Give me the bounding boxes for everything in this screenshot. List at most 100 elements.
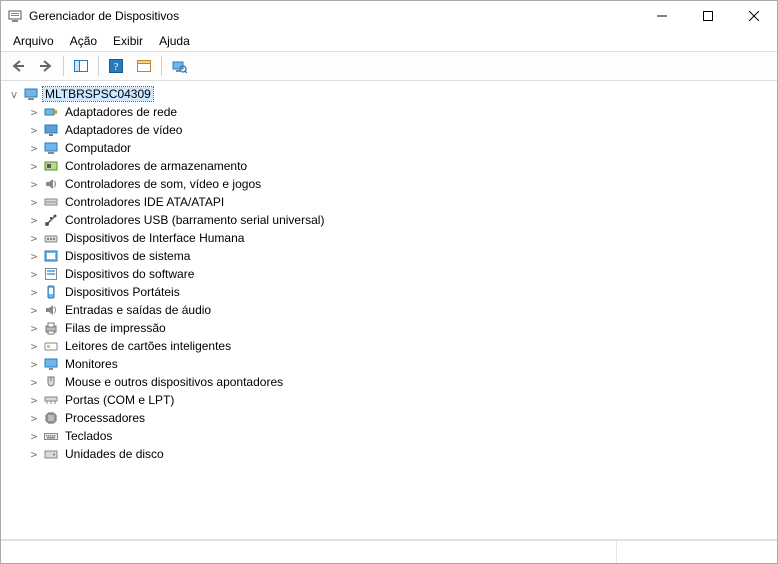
minimize-button[interactable] xyxy=(639,1,685,31)
tree-node-label: Controladores USB (barramento serial uni… xyxy=(63,213,326,227)
menu-view[interactable]: Exibir xyxy=(105,32,151,50)
tree-node[interactable]: >Controladores IDE ATA/ATAPI xyxy=(27,193,777,211)
tree-node-label: Adaptadores de rede xyxy=(63,105,179,119)
expand-toggle-icon[interactable]: > xyxy=(27,105,41,119)
toolbar: ? xyxy=(1,51,777,81)
toolbar-back-button[interactable] xyxy=(5,53,31,79)
system-device-icon xyxy=(43,248,59,264)
menu-file[interactable]: Arquivo xyxy=(5,32,62,50)
tree-node-label: Mouse e outros dispositivos apontadores xyxy=(63,375,285,389)
expand-toggle-icon[interactable]: > xyxy=(27,213,41,227)
tree-node[interactable]: > Controladores de armazenamento xyxy=(27,157,777,175)
toolbar-properties-button[interactable] xyxy=(131,53,157,79)
disk-drive-icon xyxy=(43,446,59,462)
close-button[interactable] xyxy=(731,1,777,31)
print-queue-icon xyxy=(43,320,59,336)
tree-node-label: Filas de impressão xyxy=(63,321,168,335)
app-icon xyxy=(7,8,23,24)
sound-controller-icon xyxy=(43,176,59,192)
window-controls xyxy=(639,1,777,31)
mouse-icon xyxy=(43,374,59,390)
tree-node[interactable]: > Adaptadores de vídeo xyxy=(27,121,777,139)
tree-node-label: Monitores xyxy=(63,357,120,371)
expand-toggle-icon[interactable]: > xyxy=(27,177,41,191)
expand-toggle-icon[interactable]: > xyxy=(27,339,41,353)
display-adapter-icon xyxy=(43,122,59,138)
expand-toggle-icon[interactable]: v xyxy=(7,87,21,101)
expand-toggle-icon[interactable]: > xyxy=(27,303,41,317)
tree-node-label: Teclados xyxy=(63,429,114,443)
tree-node-label: Controladores de armazenamento xyxy=(63,159,249,173)
tree-node-label: Computador xyxy=(63,141,133,155)
device-manager-window: Gerenciador de Dispositivos Arquivo Ação… xyxy=(0,0,778,564)
expand-toggle-icon[interactable]: > xyxy=(27,267,41,281)
keyboard-icon xyxy=(43,428,59,444)
tree-node[interactable]: > Portas (COM e LPT) xyxy=(27,391,777,409)
tree-node[interactable]: > Controladores USB (barramento serial un… xyxy=(27,211,777,229)
statusbar xyxy=(1,540,777,563)
tree-node-label: Dispositivos Portáteis xyxy=(63,285,182,299)
expand-toggle-icon[interactable]: > xyxy=(27,159,41,173)
expand-toggle-icon[interactable]: > xyxy=(27,447,41,461)
tree-node-label: Controladores de som, vídeo e jogos xyxy=(63,177,263,191)
tree-node-label: Adaptadores de vídeo xyxy=(63,123,184,137)
tree-node-label: Leitores de cartões inteligentes xyxy=(63,339,233,353)
expand-toggle-icon[interactable]: > xyxy=(27,249,41,263)
menu-help[interactable]: Ajuda xyxy=(151,32,198,50)
tree-node[interactable]: > Monitores xyxy=(27,355,777,373)
expand-toggle-icon[interactable]: > xyxy=(27,411,41,425)
storage-controller-icon xyxy=(43,158,59,174)
tree-node-label: Portas (COM e LPT) xyxy=(63,393,176,407)
toolbar-separator xyxy=(63,56,64,76)
usb-controller-icon xyxy=(43,212,59,228)
tree-node-label: Unidades de disco xyxy=(63,447,166,461)
expand-toggle-icon[interactable]: > xyxy=(27,357,41,371)
tree-node[interactable]: > Dispositivos Portáteis xyxy=(27,283,777,301)
status-pane-right xyxy=(617,541,777,563)
titlebar: Gerenciador de Dispositivos xyxy=(1,1,777,31)
expand-toggle-icon[interactable]: > xyxy=(27,141,41,155)
computer-node-icon xyxy=(43,140,59,156)
expand-toggle-icon[interactable]: > xyxy=(27,195,41,209)
tree-node[interactable]: > Dispositivos do software xyxy=(27,265,777,283)
maximize-button[interactable] xyxy=(685,1,731,31)
status-pane-left xyxy=(1,541,617,563)
expand-toggle-icon[interactable]: > xyxy=(27,321,41,335)
toolbar-scan-hardware-button[interactable] xyxy=(166,53,192,79)
toolbar-forward-button[interactable] xyxy=(33,53,59,79)
expand-toggle-icon[interactable]: > xyxy=(27,393,41,407)
tree-node[interactable]: >Processadores xyxy=(27,409,777,427)
tree-node[interactable]: >Entradas e saídas de áudio xyxy=(27,301,777,319)
expand-toggle-icon[interactable]: > xyxy=(27,285,41,299)
tree-pane[interactable]: vMLTBRSPSC04309>Adaptadores de rede>Adap… xyxy=(1,81,777,540)
tree-node[interactable]: > Dispositivos de Interface Humana xyxy=(27,229,777,247)
tree-node-label: Dispositivos de Interface Humana xyxy=(63,231,246,245)
expand-toggle-icon[interactable]: > xyxy=(27,123,41,137)
portable-device-icon xyxy=(43,284,59,300)
tree-node[interactable]: > Controladores de som, vídeo e jogos xyxy=(27,175,777,193)
tree-node[interactable]: > Computador xyxy=(27,139,777,157)
expand-toggle-icon[interactable]: > xyxy=(27,231,41,245)
tree-node[interactable]: > Teclados xyxy=(27,427,777,445)
expand-toggle-icon[interactable]: > xyxy=(27,429,41,443)
tree-node[interactable]: > Mouse e outros dispositivos apontadores xyxy=(27,373,777,391)
tree-node-label: Dispositivos do software xyxy=(63,267,196,281)
smart-card-reader-icon xyxy=(43,338,59,354)
tree-node[interactable]: > Filas de impressão xyxy=(27,319,777,337)
tree-node-label: Dispositivos de sistema xyxy=(63,249,192,263)
expand-toggle-icon[interactable]: > xyxy=(27,375,41,389)
tree-node[interactable]: > Adaptadores de rede xyxy=(27,103,777,121)
tree-node-label: MLTBRSPSC04309 xyxy=(43,87,153,101)
tree-node[interactable]: > Leitores de cartões inteligentes xyxy=(27,337,777,355)
svg-text:?: ? xyxy=(114,61,119,73)
toolbar-show-hide-tree-button[interactable] xyxy=(68,53,94,79)
tree-node[interactable]: > Dispositivos de sistema xyxy=(27,247,777,265)
software-device-icon xyxy=(43,266,59,282)
computer-icon xyxy=(23,86,39,102)
tree-root-node[interactable]: v MLTBRSPSC04309 xyxy=(7,85,777,103)
toolbar-separator xyxy=(98,56,99,76)
menu-action[interactable]: Ação xyxy=(62,32,105,50)
toolbar-help-button[interactable]: ? xyxy=(103,53,129,79)
tree-node[interactable]: > Unidades de disco xyxy=(27,445,777,463)
menubar: Arquivo Ação Exibir Ajuda xyxy=(1,31,777,51)
